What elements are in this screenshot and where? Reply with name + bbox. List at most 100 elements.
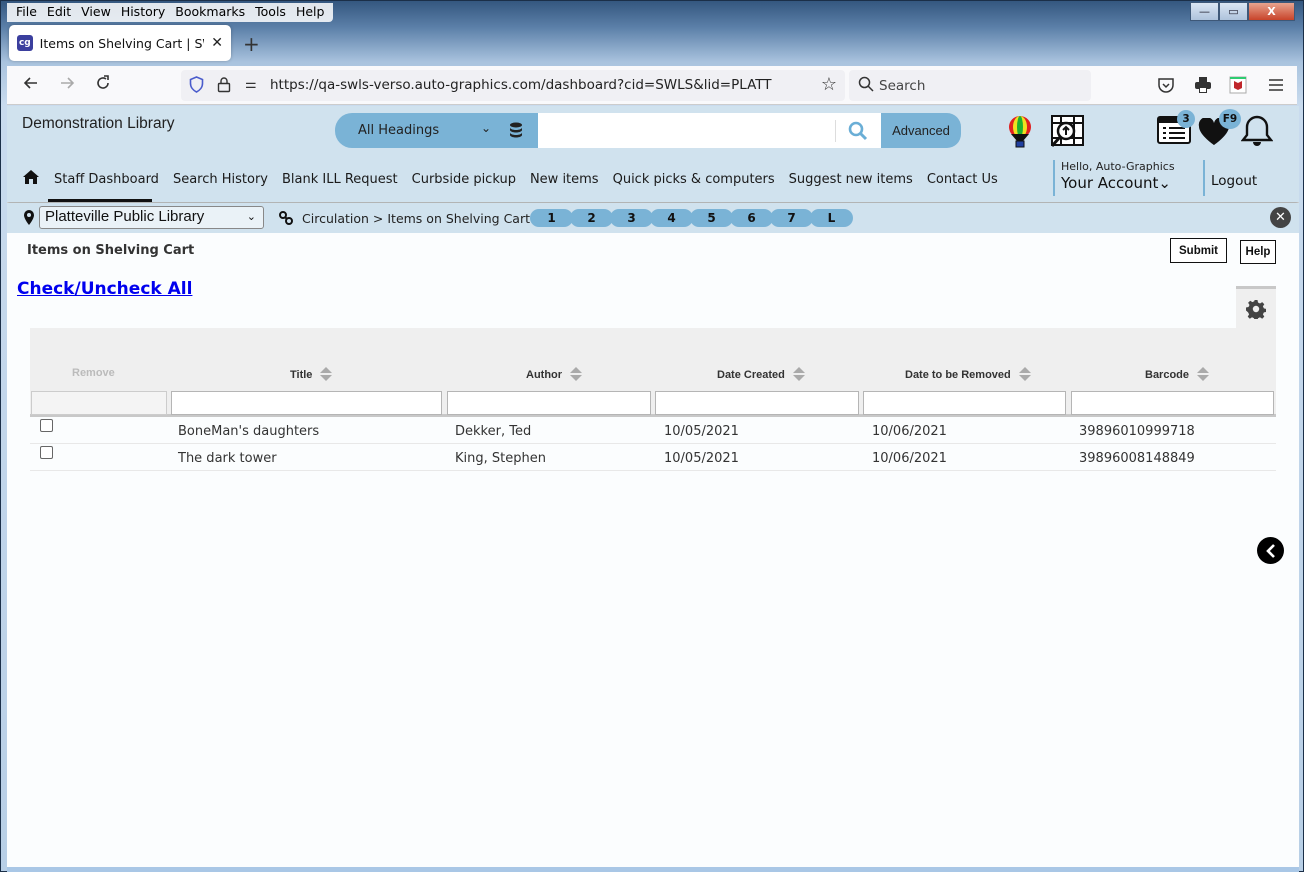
quick-tab-2[interactable]: 2: [570, 209, 613, 227]
favorites-badge: F9: [1219, 109, 1241, 129]
browser-toolbar: ⚌ https://qa-swls-verso.auto-graphics.co…: [7, 66, 1297, 105]
url-bar[interactable]: ⚌ https://qa-swls-verso.auto-graphics.co…: [181, 70, 845, 101]
column-header-date-removed[interactable]: Date to be Removed: [905, 367, 1031, 382]
side-panel-toggle[interactable]: [1257, 537, 1284, 564]
menu-edit[interactable]: Edit: [42, 3, 76, 22]
browser-search-bar[interactable]: Search: [849, 70, 1091, 101]
link-icon: [278, 210, 294, 230]
bell-icon[interactable]: [1240, 114, 1274, 152]
menu-bookmarks[interactable]: Bookmarks: [170, 3, 250, 22]
account-menu[interactable]: Hello, Auto-Graphics Your Account⌄: [1053, 160, 1175, 196]
bookmark-star-icon[interactable]: ☆: [821, 74, 837, 95]
column-header-barcode[interactable]: Barcode: [1145, 367, 1210, 382]
column-header-title[interactable]: Title: [290, 367, 333, 382]
forward-arrow-icon[interactable]: [59, 75, 75, 96]
menu-file[interactable]: File: [11, 3, 42, 22]
list-count-badge: 3: [1177, 110, 1195, 128]
new-tab-button[interactable]: +: [243, 32, 260, 56]
quick-tab-4[interactable]: 4: [650, 209, 693, 227]
sort-icon[interactable]: [792, 367, 805, 382]
search-scope-select[interactable]: All Headings ⌄: [335, 113, 538, 148]
quick-tab-7[interactable]: 7: [770, 209, 813, 227]
close-icon[interactable]: ✕: [1270, 207, 1291, 228]
sort-icon[interactable]: [320, 367, 333, 382]
check-uncheck-all-link[interactable]: Check/Uncheck All: [17, 279, 192, 299]
advanced-search-button[interactable]: Advanced: [881, 113, 961, 148]
remove-checkbox[interactable]: [40, 419, 53, 432]
location-bar: Platteville Public Library ⌄ Circulation…: [7, 203, 1299, 233]
search-scope-label: All Headings: [358, 123, 440, 138]
media-search-icon[interactable]: [1049, 115, 1085, 153]
sort-icon[interactable]: [1197, 367, 1210, 382]
maximize-button[interactable]: ▭: [1219, 2, 1248, 21]
pocket-icon[interactable]: [1157, 76, 1175, 94]
filter-date-removed[interactable]: [863, 391, 1066, 415]
nav-contact-us[interactable]: Contact Us: [927, 172, 998, 187]
close-tab-icon[interactable]: ✕: [211, 35, 223, 51]
print-icon[interactable]: [1194, 76, 1212, 94]
mcafee-icon[interactable]: [1229, 76, 1247, 94]
column-header-date-created[interactable]: Date Created: [717, 367, 805, 382]
nav-curbside-pickup[interactable]: Curbside pickup: [412, 172, 516, 187]
menu-history[interactable]: History: [116, 3, 170, 22]
nav-quick-picks[interactable]: Quick picks & computers: [613, 172, 775, 187]
account-label[interactable]: Your Account: [1061, 174, 1158, 192]
page-viewport: Demonstration Library All Headings ⌄ Adv…: [7, 106, 1299, 867]
catalog-search: All Headings ⌄ Advanced: [335, 113, 961, 148]
filter-title[interactable]: [171, 391, 442, 415]
nav-search-history[interactable]: Search History: [173, 172, 268, 187]
table-row: The dark tower King, Stephen 10/05/2021 …: [30, 444, 1276, 471]
quick-tab-5[interactable]: 5: [690, 209, 733, 227]
back-arrow-icon[interactable]: [23, 75, 39, 96]
location-value: Platteville Public Library: [45, 208, 205, 225]
account-greeting: Hello, Auto-Graphics: [1061, 160, 1175, 173]
shield-icon[interactable]: [189, 76, 204, 93]
help-button[interactable]: Help: [1240, 240, 1276, 264]
location-select[interactable]: Platteville Public Library ⌄: [39, 206, 264, 229]
hamburger-menu-icon[interactable]: [1267, 76, 1285, 94]
nav-staff-dashboard[interactable]: Staff Dashboard: [54, 172, 159, 187]
hot-air-balloon-icon[interactable]: [1007, 115, 1033, 153]
search-icon[interactable]: [848, 121, 868, 145]
sort-icon[interactable]: [570, 367, 583, 382]
table-row: BoneMan's daughters Dekker, Ted 10/05/20…: [30, 417, 1276, 444]
remove-checkbox[interactable]: [40, 446, 53, 459]
window-bottom-border: [7, 867, 1299, 872]
logout-link[interactable]: Logout: [1211, 173, 1257, 189]
sort-icon[interactable]: [1018, 367, 1031, 382]
quick-tab-l[interactable]: L: [810, 209, 853, 227]
grid-settings-button[interactable]: [1236, 286, 1276, 328]
column-header-author[interactable]: Author: [526, 367, 583, 382]
browser-tab[interactable]: cg Items on Shelving Cart | SWLS | I ✕: [9, 25, 231, 61]
menu-help[interactable]: Help: [291, 3, 330, 22]
database-icon[interactable]: [509, 122, 523, 142]
cell-date-removed: 10/06/2021: [872, 451, 947, 466]
permissions-icon[interactable]: ⚌: [245, 77, 257, 92]
lock-icon[interactable]: [217, 76, 231, 97]
quick-tab-3[interactable]: 3: [610, 209, 653, 227]
quick-tabs: 1 2 3 4 5 6 7 L: [530, 209, 853, 227]
table-header: Remove Title Author Date Created Date to…: [30, 328, 1276, 417]
catalog-search-input[interactable]: [538, 113, 881, 148]
chevron-down-icon: ⌄: [481, 121, 492, 135]
filter-barcode[interactable]: [1071, 391, 1274, 415]
favicon-icon: cg: [17, 35, 33, 51]
home-icon[interactable]: [23, 170, 39, 188]
nav-blank-ill-request[interactable]: Blank ILL Request: [282, 172, 398, 187]
filter-date-created[interactable]: [655, 391, 859, 415]
cell-date-created: 10/05/2021: [664, 451, 739, 466]
submit-button[interactable]: Submit: [1170, 238, 1227, 263]
nav-suggest-new-items[interactable]: Suggest new items: [789, 172, 913, 187]
menu-tools[interactable]: Tools: [250, 3, 291, 22]
nav-new-items[interactable]: New items: [530, 172, 599, 187]
minimize-button[interactable]: —: [1190, 2, 1219, 21]
url-text[interactable]: https://qa-swls-verso.auto-graphics.com/…: [270, 77, 772, 93]
menu-view[interactable]: View: [76, 3, 116, 22]
column-header-remove: Remove: [72, 367, 115, 379]
quick-tab-1[interactable]: 1: [530, 209, 573, 227]
reload-icon[interactable]: [95, 75, 111, 96]
quick-tab-6[interactable]: 6: [730, 209, 773, 227]
main-nav: Staff Dashboard Search History Blank ILL…: [23, 170, 1012, 202]
filter-author[interactable]: [447, 391, 651, 415]
close-window-button[interactable]: X: [1248, 2, 1295, 21]
